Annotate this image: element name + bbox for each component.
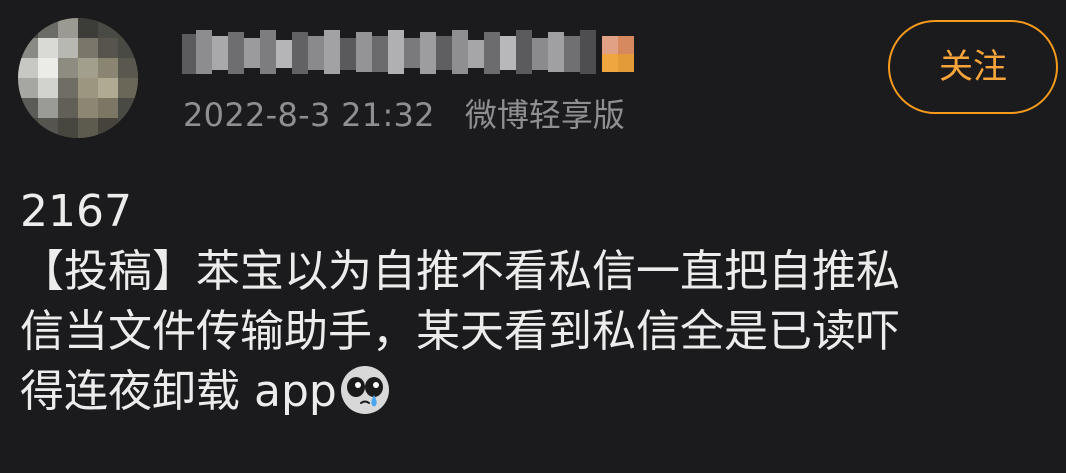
username-censored[interactable] — [182, 28, 652, 82]
post-meta: 2022-8-3 21:32 微博轻享版 — [183, 93, 625, 137]
mosaic-username-image — [182, 30, 634, 74]
content-line: 信当文件传输助手，某天看到私信全是已读吓 — [20, 306, 900, 357]
content-line: 【投稿】苯宝以为自推不看私信一直把自推私 — [20, 246, 900, 297]
avatar-image — [18, 18, 138, 138]
crying-face-icon — [339, 364, 391, 416]
follow-button[interactable]: 关注 — [888, 20, 1058, 114]
content-line: 2167 — [20, 186, 132, 237]
post-source[interactable]: 微博轻享版 — [465, 96, 625, 134]
post-content: 2167 【投稿】苯宝以为自推不看私信一直把自推私 信当文件传输助手，某天看到私… — [20, 182, 1062, 422]
avatar[interactable] — [18, 18, 138, 138]
weibo-post: 2022-8-3 21:32 微博轻享版 关注 2167 【投稿】苯宝以为自推不看… — [0, 0, 1066, 473]
post-timestamp: 2022-8-3 21:32 — [183, 96, 435, 134]
content-line-last: 得连夜卸载 app — [20, 362, 1062, 422]
content-line-text: 得连夜卸载 app — [20, 366, 337, 417]
